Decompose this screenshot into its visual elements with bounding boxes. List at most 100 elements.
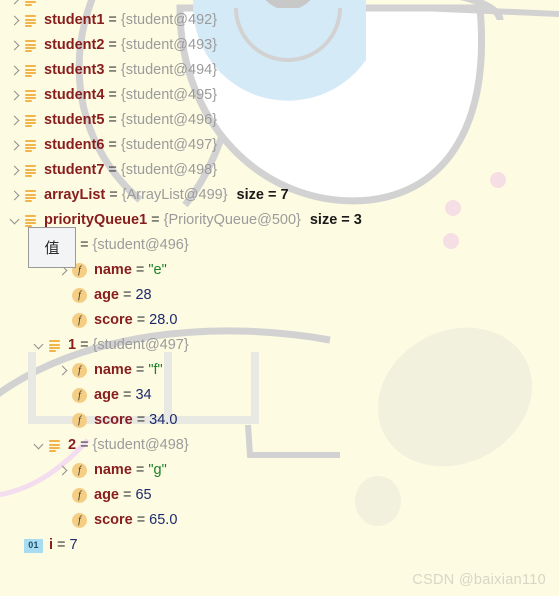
chevron-right-icon[interactable]	[8, 139, 22, 153]
chevron-down-icon[interactable]	[32, 439, 46, 453]
variable-name: age	[94, 287, 119, 304]
equals-sign: =	[123, 487, 132, 504]
tree-row[interactable]: 1 = {student@497}	[0, 333, 559, 358]
equals-sign: =	[123, 287, 132, 304]
variable-name: name	[94, 262, 132, 279]
field-icon: f	[72, 463, 87, 478]
equals-sign: =	[108, 12, 117, 29]
variable-value: {student@493}	[120, 37, 218, 54]
variable-value: {student@496}	[92, 237, 189, 254]
chevron-right-icon[interactable]	[8, 114, 22, 128]
field-icon: f	[72, 363, 87, 378]
field-icon: f	[72, 313, 87, 328]
tree-row[interactable]: f score = 65.0	[0, 508, 559, 533]
tree-row[interactable]: f name = "e"	[0, 258, 559, 283]
chevron-right-icon[interactable]	[8, 89, 22, 103]
equals-sign: =	[108, 62, 117, 79]
variable-value: {student@498}	[120, 162, 218, 179]
field-icon: f	[72, 488, 87, 503]
list-icon	[48, 439, 61, 452]
chevron-right-icon[interactable]	[8, 164, 22, 178]
collection-size: size = 7	[236, 187, 289, 204]
tree-row[interactable]: f score = 34.0	[0, 408, 559, 433]
list-icon	[24, 64, 37, 77]
equals-sign: =	[108, 87, 117, 104]
variable-name: age	[94, 387, 119, 404]
list-icon	[24, 164, 37, 177]
tree-row[interactable]: arrayList = {ArrayList@499} size = 7	[0, 183, 559, 208]
variable-value: {student@494}	[120, 62, 218, 79]
list-icon	[24, 0, 37, 6]
watermark-text: CSDN @baixian110	[412, 572, 546, 588]
tree-row[interactable]: student5 = {student@496}	[0, 108, 559, 133]
tree-row[interactable]: 01 i = 7	[0, 533, 559, 558]
variable-name: score	[94, 512, 133, 529]
tree-row[interactable]: f age = 65	[0, 483, 559, 508]
tree-row[interactable]: student3 = {student@494}	[0, 58, 559, 83]
variable-name: score	[94, 412, 133, 429]
field-icon: f	[72, 288, 87, 303]
tree-row[interactable]: priorityQueue1 = {PriorityQueue@500} size =…	[0, 208, 559, 233]
field-icon: f	[72, 388, 87, 403]
variable-name: student7	[44, 162, 105, 179]
tree-row[interactable]: student7 = {student@498}	[0, 158, 559, 183]
variable-name: student3	[44, 62, 105, 79]
variable-value: "e"	[148, 262, 167, 279]
equals-sign: =	[123, 387, 132, 404]
tree-row[interactable]: f name = "f"	[0, 358, 559, 383]
chevron-down-icon[interactable]	[8, 214, 22, 228]
tree-row[interactable]: f age = 28	[0, 283, 559, 308]
tree-row[interactable]: student6 = {student@497}	[0, 133, 559, 158]
value-tooltip: 值	[28, 227, 76, 268]
variable-value: {student@497}	[120, 137, 218, 154]
chevron-placeholder	[8, 539, 22, 553]
tree-row[interactable]: f score = 28.0	[0, 308, 559, 333]
chevron-placeholder	[56, 289, 70, 303]
chevron-down-icon[interactable]	[32, 339, 46, 353]
variable-name: student2	[44, 37, 105, 54]
list-icon	[24, 39, 37, 52]
chevron-right-icon[interactable]	[8, 0, 22, 7]
variable-value: 34	[135, 387, 152, 404]
list-icon	[48, 339, 61, 352]
equals-sign: =	[108, 112, 117, 129]
variable-value: 65	[135, 487, 152, 504]
chevron-right-icon[interactable]	[56, 464, 70, 478]
variable-value: {student@498}	[92, 437, 189, 454]
tree-row[interactable]: student2 = {student@493}	[0, 33, 559, 58]
tree-row[interactable]: f name = "g"	[0, 458, 559, 483]
chevron-right-icon[interactable]	[8, 189, 22, 203]
variable-value: {student@497}	[92, 337, 189, 354]
variable-value: "f"	[148, 362, 163, 379]
variable-name: 2	[68, 437, 77, 454]
variable-value: {student@492}	[120, 12, 218, 29]
tree-row[interactable]: 2 = {student@498}	[0, 433, 559, 458]
tree-row[interactable]: student4 = {student@495}	[0, 83, 559, 108]
equals-sign: =	[109, 187, 118, 204]
variables-tree[interactable]: student1 = {student@492} student2 = {student@…	[0, 0, 559, 596]
equals-sign: =	[135, 262, 145, 279]
primitive-icon: 01	[24, 538, 43, 553]
list-icon	[24, 89, 37, 102]
variable-name: student1	[44, 12, 105, 29]
variable-value: {student@495}	[120, 87, 218, 104]
chevron-right-icon[interactable]	[56, 364, 70, 378]
chevron-placeholder	[56, 489, 70, 503]
equals-sign: =	[151, 212, 160, 229]
tree-row[interactable]: f age = 34	[0, 383, 559, 408]
equals-sign: =	[80, 237, 89, 254]
chevron-right-icon[interactable]	[8, 64, 22, 78]
variable-value: {PriorityQueue@500}	[163, 212, 301, 229]
chevron-right-icon[interactable]	[8, 14, 22, 28]
equals-sign: =	[135, 362, 145, 379]
chevron-right-icon[interactable]	[8, 39, 22, 53]
list-icon	[24, 214, 37, 227]
collection-size: size = 3	[309, 212, 362, 229]
variable-name: name	[94, 362, 132, 379]
chevron-placeholder	[56, 389, 70, 403]
tree-row[interactable]: 0={student@496}	[0, 233, 559, 258]
chevron-placeholder	[56, 414, 70, 428]
tree-row[interactable]: student1 = {student@492}	[0, 8, 559, 33]
variable-value: 28	[135, 287, 152, 304]
chevron-placeholder	[56, 314, 70, 328]
